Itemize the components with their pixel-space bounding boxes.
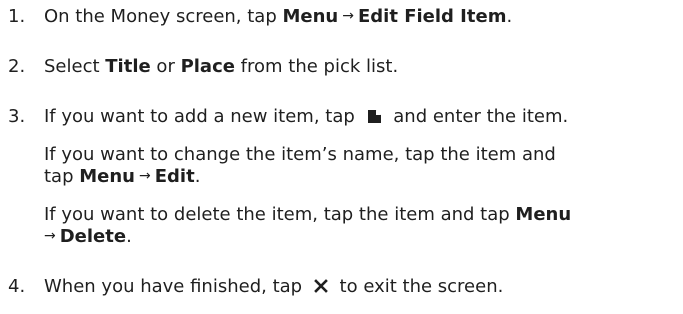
step-text: When you have finished, tap xyxy=(44,276,308,297)
punctuation: . xyxy=(194,166,201,187)
step-text: to exit the screen. xyxy=(333,276,504,297)
edit-field-item-label: Edit Field Item xyxy=(357,6,507,27)
punctuation: . xyxy=(126,226,132,247)
step-number: 1. xyxy=(8,6,26,27)
punctuation: . xyxy=(506,6,513,27)
step-2: 2. Select Title or Place from the pick li… xyxy=(8,56,398,78)
step-3-note-rename-line-1: If you want to change the item’s name, t… xyxy=(44,144,556,166)
step-3-note-delete-line-2: → Delete. xyxy=(44,226,132,249)
title-option-label: Title xyxy=(105,56,151,77)
arrow-icon: → xyxy=(44,228,56,244)
arrow-icon: → xyxy=(342,8,354,24)
step-number: 3. xyxy=(8,106,26,127)
step-number: 2. xyxy=(8,56,26,77)
step-1: 1. On the Money screen, tap Menu → Edit Fie… xyxy=(8,6,512,29)
step-text: and enter the item. xyxy=(387,106,569,127)
edit-label: Edit xyxy=(154,166,195,187)
step-4: 4. When you have finished, tap to exit th… xyxy=(8,276,503,298)
new-item-icon xyxy=(367,108,382,123)
close-icon xyxy=(313,277,328,293)
place-option-label: Place xyxy=(180,56,235,77)
step-3-note-delete-line-1: If you want to delete the item, tap the … xyxy=(44,204,571,226)
arrow-icon: → xyxy=(139,168,151,184)
step-number: 4. xyxy=(8,276,26,297)
step-text: Select xyxy=(44,56,106,77)
delete-label: Delete xyxy=(59,226,127,247)
step-text: or xyxy=(150,56,181,77)
step-text: On the Money screen, tap xyxy=(44,6,283,27)
step-text: If you want to add a new item, tap xyxy=(44,106,361,127)
note-text: tap xyxy=(44,166,80,187)
menu-label: Menu xyxy=(282,6,339,27)
note-text: If you want to change the item’s name, t… xyxy=(44,144,556,165)
note-text: If you want to delete the item, tap the … xyxy=(44,204,516,225)
menu-label: Menu xyxy=(515,204,572,225)
menu-label: Menu xyxy=(79,166,135,187)
step-3: 3. If you want to add a new item, tap and… xyxy=(8,106,568,128)
step-3-note-rename-line-2: tap Menu → Edit. xyxy=(44,166,200,189)
step-text: from the pick list. xyxy=(234,56,399,77)
